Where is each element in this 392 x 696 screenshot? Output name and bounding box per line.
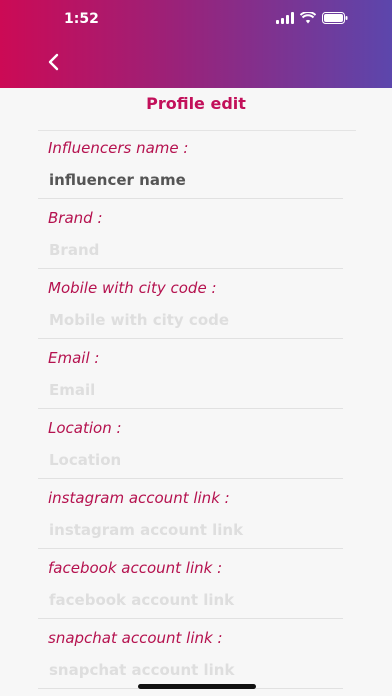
- field-label: facebook account link :: [48, 559, 223, 577]
- field-influencer-name: Influencers name :: [38, 139, 344, 209]
- home-indicator: [138, 684, 256, 689]
- field-label: Mobile with city code :: [48, 279, 217, 297]
- snapchat-input[interactable]: [49, 659, 341, 681]
- page-title: Profile edit: [146, 94, 246, 113]
- field-label: Location :: [48, 419, 122, 437]
- field-location: Location :: [38, 419, 344, 489]
- field-instagram: instagram account link :: [38, 489, 344, 559]
- field-label: instagram account link :: [48, 489, 230, 507]
- facebook-input[interactable]: [49, 589, 341, 611]
- email-input[interactable]: [49, 379, 341, 401]
- instagram-input[interactable]: [49, 519, 341, 541]
- battery-icon: [322, 12, 348, 24]
- field-mobile: Mobile with city code :: [38, 279, 344, 349]
- status-time: 1:52: [64, 11, 99, 27]
- field-divider: [38, 198, 343, 199]
- field-label: Email :: [48, 349, 100, 367]
- mobile-input[interactable]: [49, 309, 341, 331]
- field-divider: [38, 338, 343, 339]
- field-divider: [38, 408, 343, 409]
- field-divider: [38, 268, 343, 269]
- signal-icon: [276, 12, 294, 24]
- brand-input[interactable]: [49, 239, 341, 261]
- field-brand: Brand :: [38, 209, 344, 279]
- field-label: Influencers name :: [48, 139, 189, 157]
- title-divider: [38, 130, 356, 131]
- location-input[interactable]: [49, 449, 341, 471]
- status-icons: [276, 12, 348, 24]
- wifi-icon: [300, 12, 316, 24]
- chevron-left-icon[interactable]: [44, 52, 64, 72]
- field-facebook: facebook account link :: [38, 559, 344, 629]
- app-header: 1:52: [0, 0, 392, 88]
- field-label: snapchat account link :: [48, 629, 223, 647]
- field-divider: [38, 478, 343, 479]
- field-divider: [38, 618, 343, 619]
- field-email: Email :: [38, 349, 344, 419]
- influencer-name-input[interactable]: [49, 169, 341, 191]
- field-divider: [38, 548, 343, 549]
- field-label: Brand :: [48, 209, 103, 227]
